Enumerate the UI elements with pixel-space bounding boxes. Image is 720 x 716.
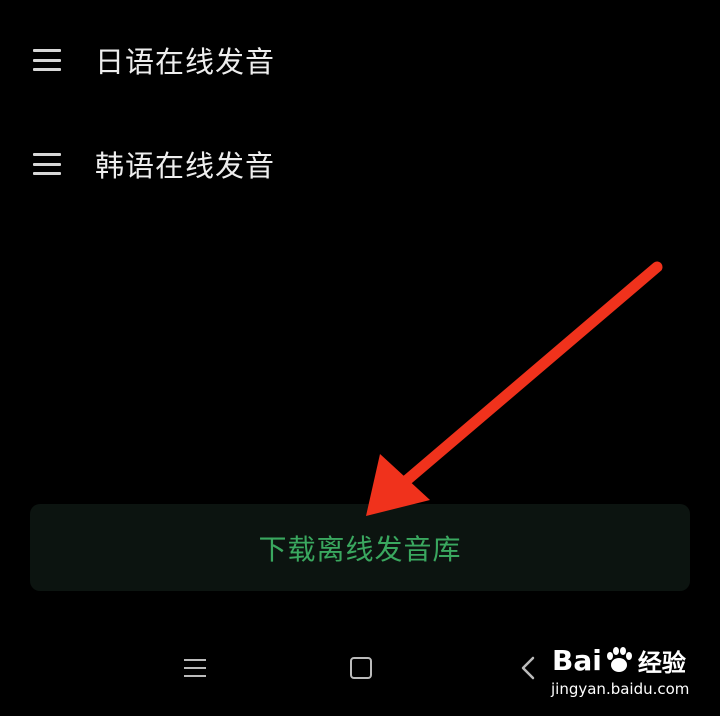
menu-icon[interactable] (184, 659, 206, 677)
watermark-logo-suffix: 经验 (637, 648, 686, 677)
watermark-logo-prefix: Bai (552, 643, 602, 677)
annotation-arrow-icon (366, 261, 663, 516)
list-item-japanese-pronunciation[interactable]: 日语在线发音 (0, 20, 720, 100)
drag-handle-icon[interactable] (33, 153, 61, 175)
watermark-url: jingyan.baidu.com (551, 680, 690, 698)
list-item-label: 韩语在线发音 (95, 149, 276, 183)
list-item-label: 日语在线发音 (95, 45, 276, 79)
download-button-label: 下载离线发音库 (258, 532, 462, 566)
paw-icon (606, 647, 632, 672)
back-icon[interactable] (519, 656, 537, 680)
drag-handle-icon[interactable] (33, 49, 61, 71)
list-item-korean-pronunciation[interactable]: 韩语在线发音 (0, 124, 720, 204)
baidu-jingyan-watermark: Bai 经验 jingyan.baidu.com (548, 640, 698, 700)
home-icon[interactable] (350, 657, 372, 679)
download-offline-library-button[interactable]: 下载离线发音库 (30, 504, 690, 591)
watermark-logo: Bai 经验 (552, 640, 686, 680)
